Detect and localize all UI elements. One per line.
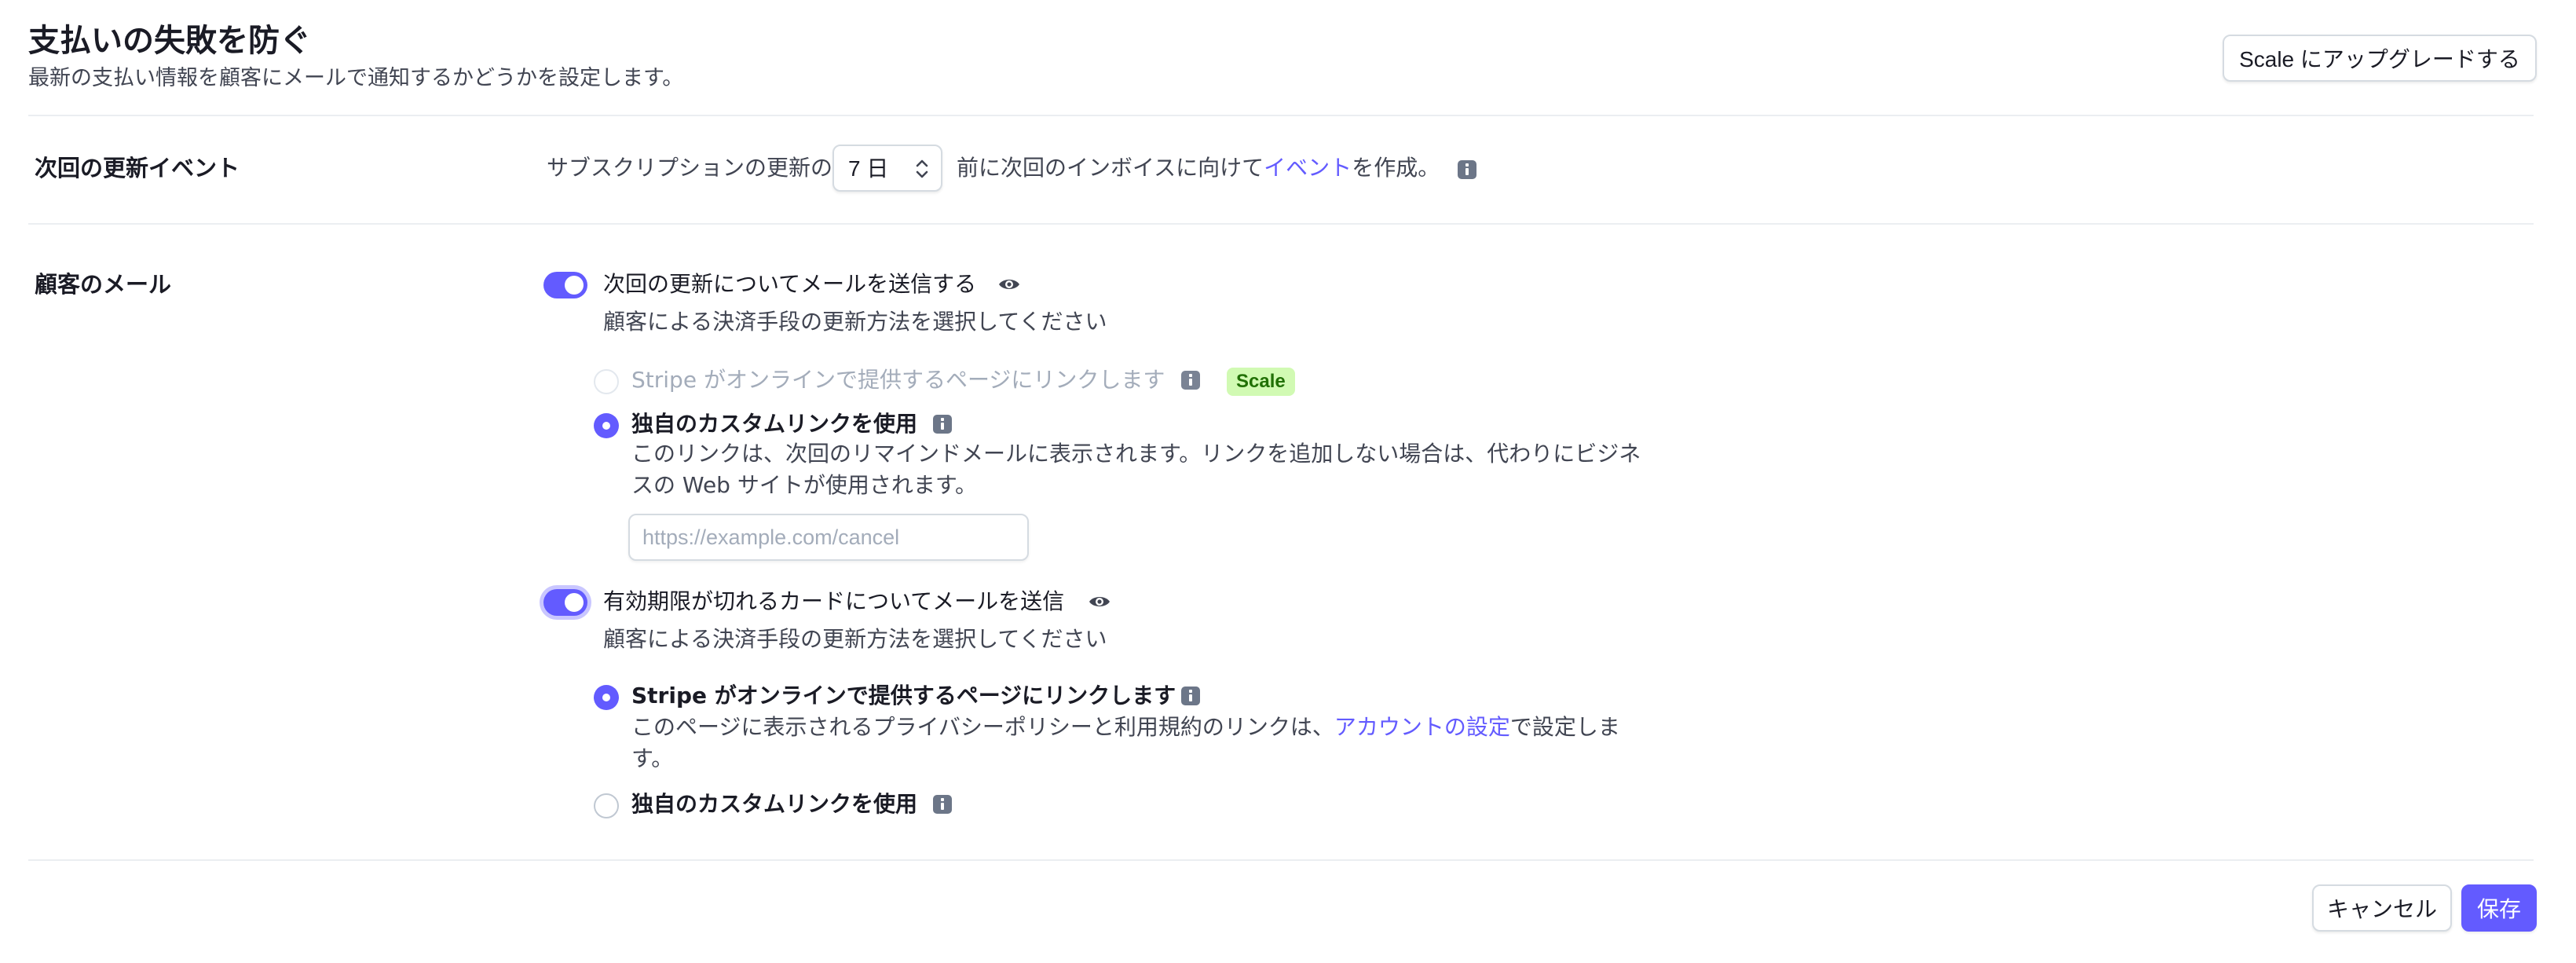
event-link[interactable]: イベント xyxy=(1264,155,1352,181)
renewal-event-label: 次回の更新イベント xyxy=(35,155,240,181)
scale-badge: Scale xyxy=(1227,368,1295,396)
save-button[interactable]: 保存 xyxy=(2461,884,2537,932)
renewal-text-after: を作成。 xyxy=(1352,155,1440,181)
stripe-page-help-line1: このページに表示されるプライバシーポリシーと利用規約のリンクは、アカウントの設定… xyxy=(631,712,1620,743)
upgrade-button[interactable]: Scale にアップグレードする xyxy=(2223,35,2537,82)
upcoming-renewal-toggle-label: 次回の更新についてメールを送信する xyxy=(603,271,977,297)
eye-icon[interactable] xyxy=(1088,594,1111,610)
page-subtitle: 最新の支払い情報を顧客にメールで通知するかどうかを設定します。 xyxy=(28,66,684,90)
divider xyxy=(28,223,2534,225)
renewal-text-before: サブスクリプションの更新の xyxy=(547,155,833,181)
stripe-page-radio[interactable] xyxy=(594,685,619,710)
cancel-button[interactable]: キャンセル xyxy=(2312,884,2452,932)
info-icon[interactable] xyxy=(1181,687,1200,705)
divider xyxy=(28,859,2534,861)
expiring-cards-description: 顧客による決済手段の更新方法を選択してください xyxy=(603,626,1107,652)
custom-link-help-line2: スの Web サイトが使用されます。 xyxy=(631,472,978,498)
help-text: で設定しま xyxy=(1509,714,1620,740)
renewal-days-value: 7 日 xyxy=(848,156,889,181)
info-icon[interactable] xyxy=(1458,160,1476,179)
help-text: このページに表示されるプライバシーポリシーと利用規約のリンクは、 xyxy=(631,714,1334,740)
divider xyxy=(28,115,2534,116)
renewal-text-middle: 前に次回のインボイスに向けてイベントを作成。 xyxy=(957,152,1440,184)
info-icon[interactable] xyxy=(933,415,952,434)
custom-link-help-line1: このリンクは、次回のリマインドメールに表示されます。リンクを追加しない場合は、代… xyxy=(631,441,1641,467)
info-icon[interactable] xyxy=(933,795,952,814)
expiring-cards-toggle-label: 有効期限が切れるカードについてメールを送信 xyxy=(603,588,1065,614)
upcoming-renewal-toggle[interactable] xyxy=(543,272,587,298)
eye-icon[interactable] xyxy=(997,276,1021,292)
stripe-page-option-label: Stripe がオンラインで提供するページにリンクします xyxy=(631,367,1165,393)
toggle-knob xyxy=(565,593,584,612)
chevron-updown-icon xyxy=(916,159,928,178)
stripe-page-radio-disabled[interactable] xyxy=(594,369,619,394)
renewal-text-middle-span: 前に次回のインボイスに向けて xyxy=(957,155,1264,181)
stripe-page-help-line2: す。 xyxy=(631,745,674,771)
custom-link-option-label: 独自のカスタムリンクを使用 xyxy=(631,411,918,437)
customer-emails-label: 顧客のメール xyxy=(35,271,172,298)
expiring-cards-toggle[interactable] xyxy=(543,589,587,616)
info-icon[interactable] xyxy=(1181,371,1200,390)
page-title: 支払いの失敗を防ぐ xyxy=(28,23,311,59)
custom-link-radio[interactable] xyxy=(594,413,619,438)
toggle-knob xyxy=(565,276,584,295)
custom-link-radio[interactable] xyxy=(594,793,619,818)
renewal-days-select[interactable]: 7 日 xyxy=(832,145,942,192)
account-settings-link[interactable]: アカウントの設定 xyxy=(1334,714,1510,740)
custom-link-option-label: 独自のカスタムリンクを使用 xyxy=(631,791,918,817)
custom-link-input[interactable] xyxy=(628,514,1029,561)
stripe-page-option-label: Stripe がオンラインで提供するページにリンクします xyxy=(631,683,1176,709)
upcoming-renewal-description: 顧客による決済手段の更新方法を選択してください xyxy=(603,309,1107,335)
